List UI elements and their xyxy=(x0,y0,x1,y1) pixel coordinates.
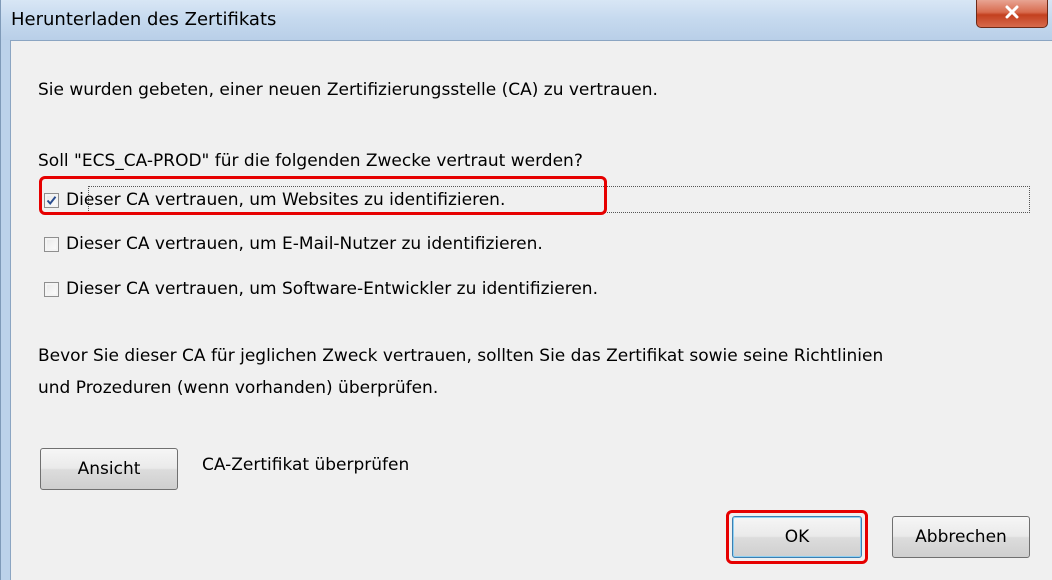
websites-option-highlight xyxy=(39,176,607,215)
email-users-option-label[interactable]: Dieser CA vertrauen, um E-Mail-Nutzer zu… xyxy=(66,233,543,255)
dialog-body: Sie wurden gebeten, einer neuen Zertifiz… xyxy=(10,40,1052,580)
close-icon xyxy=(1004,4,1020,23)
certificate-download-window: Herunterladen des Zertifikats Sie wurden… xyxy=(0,0,1052,580)
software-developers-option-label[interactable]: Dieser CA vertrauen, um Software-Entwick… xyxy=(66,278,598,300)
warning-text-line-1: Bevor Sie dieser CA für jeglichen Zweck … xyxy=(38,346,884,366)
ok-button-highlight xyxy=(726,510,868,564)
window-title: Herunterladen des Zertifikats xyxy=(11,9,277,30)
title-bar[interactable]: Herunterladen des Zertifikats xyxy=(1,0,1052,40)
view-certificate-label: CA-Zertifikat überprüfen xyxy=(202,455,410,475)
view-certificate-button[interactable]: Ansicht xyxy=(40,448,178,490)
software-developers-checkbox[interactable] xyxy=(44,282,59,297)
intro-text: Sie wurden gebeten, einer neuen Zertifiz… xyxy=(38,80,658,100)
cancel-button[interactable]: Abbrechen xyxy=(892,516,1030,558)
close-button[interactable] xyxy=(976,0,1048,28)
email-users-checkbox[interactable] xyxy=(44,237,59,252)
warning-text-line-2: und Prozeduren (wenn vorhanden) überprüf… xyxy=(38,378,439,398)
question-text: Soll "ECS_CA-PROD" für die folgenden Zwe… xyxy=(38,151,583,171)
